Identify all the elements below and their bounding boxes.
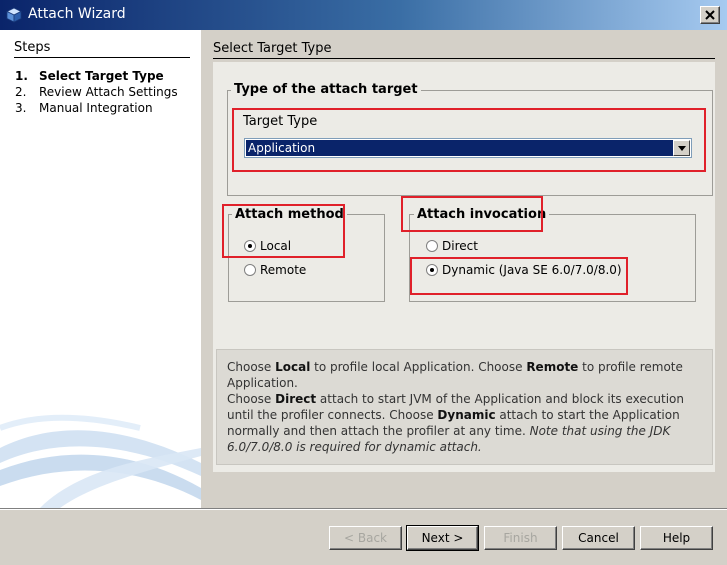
- steps-panel: Steps 1. Select Target Type 2. Review Atta…: [0, 30, 201, 508]
- app-cube-icon: [6, 7, 22, 23]
- button-bar-divider: [0, 508, 727, 510]
- next-button[interactable]: Next >: [406, 525, 479, 551]
- title-bar: Attach Wizard: [0, 0, 727, 30]
- page-title: Select Target Type: [213, 41, 332, 56]
- step-item: 3. Manual Integration: [15, 101, 153, 115]
- finish-button[interactable]: Finish: [484, 526, 557, 550]
- annotation-highlight: [401, 196, 543, 232]
- step-item: 1. Select Target Type: [15, 69, 164, 83]
- close-icon: [705, 10, 715, 20]
- info-description: Choose Local to profile local Applicatio…: [216, 349, 713, 465]
- back-button[interactable]: < Back: [329, 526, 402, 550]
- step-number: 1.: [15, 69, 28, 83]
- decorative-swoosh-art: [0, 414, 201, 508]
- target-type-group-label: Type of the attach target: [231, 82, 421, 97]
- remote-radio-label[interactable]: Remote: [260, 263, 306, 277]
- remote-radio[interactable]: [244, 264, 256, 276]
- info-paragraph-direct-dynamic: Choose Direct attach to start JVM of the…: [227, 392, 684, 454]
- annotation-highlight: [410, 257, 628, 295]
- step-label: Select Target Type: [39, 69, 164, 83]
- step-label: Manual Integration: [39, 101, 153, 115]
- direct-radio-label[interactable]: Direct: [442, 239, 478, 253]
- annotation-highlight: [222, 204, 345, 258]
- direct-radio[interactable]: [426, 240, 438, 252]
- step-number: 2.: [15, 85, 27, 99]
- cancel-button[interactable]: Cancel: [562, 526, 635, 550]
- page-title-divider: [213, 58, 715, 59]
- step-number: 3.: [15, 101, 27, 115]
- step-item: 2. Review Attach Settings: [15, 85, 178, 99]
- steps-heading: Steps: [14, 40, 51, 55]
- window-title: Attach Wizard: [28, 6, 126, 22]
- close-button[interactable]: [700, 6, 720, 24]
- steps-divider: [14, 57, 190, 58]
- annotation-highlight: [232, 108, 706, 172]
- step-label: Review Attach Settings: [39, 85, 178, 99]
- help-button[interactable]: Help: [640, 526, 713, 550]
- info-paragraph-local-remote: Choose Local to profile local Applicatio…: [227, 360, 683, 390]
